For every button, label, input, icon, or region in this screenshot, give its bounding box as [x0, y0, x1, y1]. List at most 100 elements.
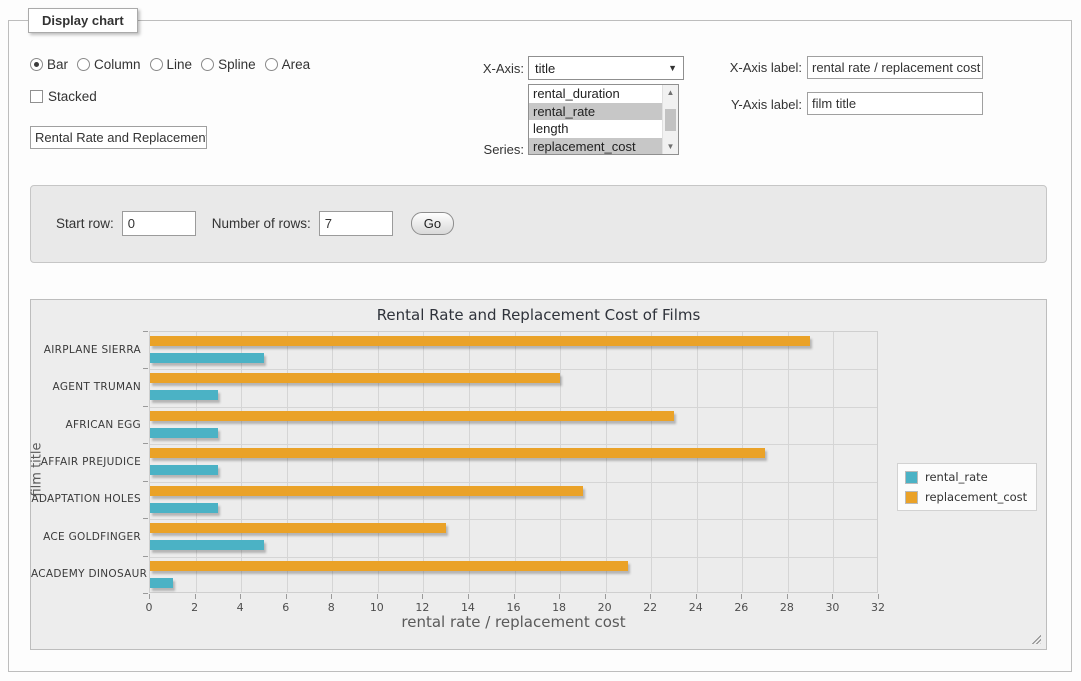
stacked-checkbox[interactable] — [30, 90, 43, 103]
number-of-rows-input[interactable] — [319, 211, 393, 236]
category-label: ACADEMY DINOSAUR — [31, 568, 141, 580]
radio-icon[interactable] — [201, 58, 214, 71]
vertical-gridline — [560, 332, 561, 592]
series-option-rental_rate[interactable]: rental_rate — [529, 103, 662, 121]
radio-icon[interactable] — [77, 58, 90, 71]
x-axis-label-input[interactable]: rental rate / replacement cost — [807, 56, 983, 79]
series-option-rental_duration[interactable]: rental_duration — [529, 85, 662, 103]
category-label: AIRPLANE SIERRA — [31, 344, 141, 356]
x-axis-tick — [696, 594, 697, 599]
series-listbox[interactable]: ▲ ▼ rental_durationrental_ratelengthrepl… — [528, 84, 679, 155]
bar-replacement_cost — [150, 486, 583, 496]
legend-swatch — [905, 491, 918, 504]
x-axis-tick — [514, 594, 515, 599]
y-axis-tick — [143, 556, 148, 557]
vertical-gridline — [742, 332, 743, 592]
chart-type-radio-spline[interactable]: Spline — [201, 57, 256, 72]
chart-type-radio-area[interactable]: Area — [265, 57, 311, 72]
radio-icon[interactable] — [265, 58, 278, 71]
x-axis-tick — [878, 594, 879, 599]
radio-label: Area — [282, 57, 311, 72]
scrollbar-thumb[interactable] — [665, 109, 676, 131]
go-button[interactable]: Go — [411, 212, 454, 235]
scroll-up-icon[interactable]: ▲ — [663, 85, 678, 100]
legend-label: replacement_cost — [925, 490, 1027, 504]
y-axis-label-input[interactable]: film title — [807, 92, 983, 115]
x-axis-title: rental rate / replacement cost — [149, 613, 878, 631]
listbox-scrollbar[interactable]: ▲ ▼ — [662, 85, 678, 154]
stacked-checkbox-row[interactable]: Stacked — [30, 89, 97, 104]
horizontal-gridline — [150, 519, 877, 520]
chart-title-input[interactable]: Rental Rate and Replacement Cost of Film… — [30, 126, 207, 149]
horizontal-gridline — [150, 444, 877, 445]
vertical-gridline — [423, 332, 424, 592]
x-axis-tick — [195, 594, 196, 599]
y-axis-tick — [143, 443, 148, 444]
row-range-panel: Start row: Number of rows: Go — [30, 185, 1047, 263]
radio-label: Bar — [47, 57, 68, 72]
radio-label: Column — [94, 57, 141, 72]
y-axis-tick — [143, 518, 148, 519]
x-axis-tick — [377, 594, 378, 599]
bar-rental_rate — [150, 465, 218, 475]
x-axis-select[interactable]: title ▼ — [528, 56, 684, 80]
radio-icon[interactable] — [30, 58, 43, 71]
x-axis-tick — [741, 594, 742, 599]
x-axis-tick — [787, 594, 788, 599]
series-select-label: Series: — [484, 142, 524, 157]
chart-type-radio-line[interactable]: Line — [150, 57, 193, 72]
chart-type-radio-group: Bar Column Line Spline Area — [30, 57, 310, 72]
category-label: ADAPTATION HOLES — [31, 493, 141, 505]
x-axis-tick — [240, 594, 241, 599]
vertical-gridline — [651, 332, 652, 592]
legend-item-rental_rate: rental_rate — [905, 470, 1027, 484]
bar-rental_rate — [150, 578, 173, 588]
y-axis-tick — [143, 406, 148, 407]
x-axis-tick — [149, 594, 150, 599]
bar-replacement_cost — [150, 411, 674, 421]
x-axis-label-label: X-Axis label: — [730, 60, 802, 75]
vertical-gridline — [515, 332, 516, 592]
series-option-replacement_cost[interactable]: replacement_cost — [529, 138, 662, 156]
bar-rental_rate — [150, 540, 264, 550]
bar-rental_rate — [150, 503, 218, 513]
category-label: AFFAIR PREJUDICE — [31, 456, 141, 468]
chart-type-radio-column[interactable]: Column — [77, 57, 141, 72]
x-axis-selected-value: title — [535, 61, 555, 76]
chart-type-radio-bar[interactable]: Bar — [30, 57, 68, 72]
category-label: AGENT TRUMAN — [31, 381, 141, 393]
vertical-gridline — [378, 332, 379, 592]
y-axis-tick — [143, 331, 148, 332]
fieldset-legend: Display chart — [28, 8, 138, 33]
legend-item-replacement_cost: replacement_cost — [905, 490, 1027, 504]
bar-replacement_cost — [150, 448, 765, 458]
start-row-input[interactable] — [122, 211, 196, 236]
scroll-down-icon[interactable]: ▼ — [663, 139, 678, 154]
vertical-gridline — [196, 332, 197, 592]
bar-replacement_cost — [150, 373, 560, 383]
chart-legend: rental_rate replacement_cost — [897, 463, 1037, 511]
y-axis-tick — [143, 593, 148, 594]
stacked-label: Stacked — [48, 89, 97, 104]
x-axis-tick — [422, 594, 423, 599]
y-axis-title: film title — [30, 420, 45, 520]
vertical-gridline — [469, 332, 470, 592]
chart-container: Rental Rate and Replacement Cost of Film… — [30, 299, 1047, 650]
x-axis-tick — [650, 594, 651, 599]
vertical-gridline — [332, 332, 333, 592]
series-option-length[interactable]: length — [529, 120, 662, 138]
horizontal-gridline — [150, 369, 877, 370]
vertical-gridline — [697, 332, 698, 592]
category-label: AFRICAN EGG — [31, 419, 141, 431]
radio-icon[interactable] — [150, 58, 163, 71]
bar-replacement_cost — [150, 561, 628, 571]
resize-handle-icon[interactable] — [1030, 633, 1041, 644]
y-axis-tick — [143, 481, 148, 482]
plot-area — [149, 331, 878, 593]
bar-rental_rate — [150, 353, 264, 363]
number-of-rows-label: Number of rows: — [212, 216, 311, 231]
y-axis-tick — [143, 368, 148, 369]
vertical-gridline — [606, 332, 607, 592]
page: Display chart Bar Column Line Spline Area St… — [0, 0, 1081, 681]
chart-title: Rental Rate and Replacement Cost of Film… — [31, 306, 1046, 324]
